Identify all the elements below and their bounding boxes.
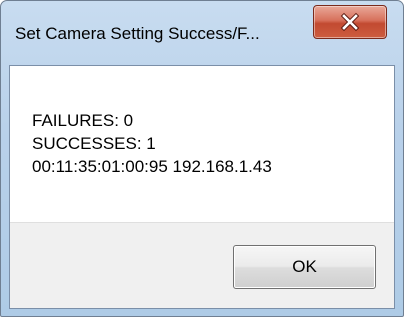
message-area: FAILURES: 0 SUCCESSES: 1 00:11:35:01:00:… xyxy=(10,66,394,222)
successes-text: SUCCESSES: 1 xyxy=(32,134,156,153)
failures-text: FAILURES: 0 xyxy=(32,111,134,130)
dialog-title: Set Camera Setting Success/F... xyxy=(15,24,260,43)
message-dialog: Set Camera Setting Success/F... FAILURES… xyxy=(0,0,404,317)
dialog-client-area: FAILURES: 0 SUCCESSES: 1 00:11:35:01:00:… xyxy=(9,65,395,309)
device-entry-text: 00:11:35:01:00:95 192.168.1.43 xyxy=(32,157,272,176)
title-bar[interactable]: Set Camera Setting Success/F... xyxy=(1,1,403,65)
ok-button[interactable]: OK xyxy=(233,245,376,289)
button-bar: OK xyxy=(10,222,394,308)
close-icon xyxy=(340,12,360,32)
close-button[interactable] xyxy=(313,5,387,39)
